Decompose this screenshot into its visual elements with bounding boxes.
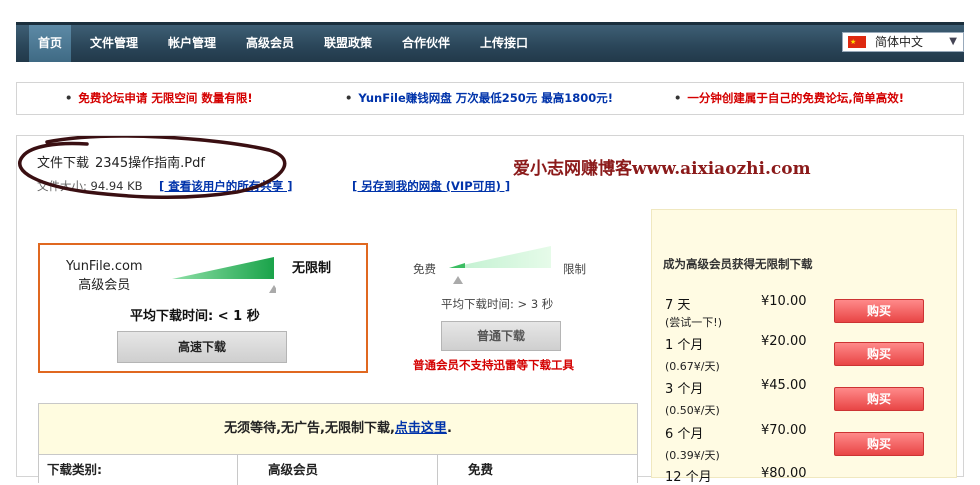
- buy-button[interactable]: 购买: [834, 432, 924, 456]
- nav-partners[interactable]: 合作伙伴: [402, 25, 450, 62]
- file-size-label: 文件大小:: [37, 179, 87, 193]
- file-title-prefix: 文件下载: [37, 156, 90, 171]
- save-to-drive-text: [ 另存到我的网盘 (VIP可用) ]: [352, 179, 511, 193]
- vip-plans-title: 成为高级会员获得无限制下载: [663, 257, 813, 271]
- speed-ramp-fast-icon: [172, 257, 276, 293]
- column-download-type: 下载类别:: [39, 455, 238, 485]
- plan-price: ¥10.00: [761, 294, 807, 309]
- free-average-time: 平均下载时间: > 3 秒: [441, 297, 554, 311]
- notice-forum-text: 免费论坛申请 无限空间 数量有限!: [78, 91, 253, 105]
- plan-note: (尝试一下!): [665, 316, 722, 329]
- vip-site-label: YunFile.com 高级会员: [66, 257, 143, 295]
- plan-duration: 7 天: [665, 298, 691, 313]
- free-label: 免费: [413, 262, 436, 276]
- normal-download-button[interactable]: 普通下载: [441, 321, 561, 351]
- vip-site-name: YunFile.com: [66, 259, 143, 274]
- speed-ramp-slow-icon: [449, 246, 551, 284]
- free-warning: 普通会员不支持迅雷等下载工具: [413, 358, 574, 372]
- top-navbar: 首页 文件管理 帐户管理 高级会员 联盟政策 合作伙伴 上传接口 ★ 简体中文 …: [16, 22, 964, 62]
- china-flag-icon: ★: [848, 36, 866, 48]
- view-all-shares-link[interactable]: [ 查看该用户的所有共享 ]: [159, 178, 293, 194]
- notice-forum[interactable]: • 免费论坛申请 无限空间 数量有限!: [65, 83, 253, 114]
- plan-price: ¥70.00: [761, 423, 807, 438]
- language-label: 简体中文: [875, 35, 924, 49]
- vip-download-box: YunFile.com 高级会员 无限制 平均下载时间: < 1 秒 高速下载: [38, 243, 368, 373]
- buy-button[interactable]: 购买: [834, 387, 924, 411]
- vip-unlimited-label: 无限制: [292, 261, 332, 276]
- plan-duration: 3 个月: [665, 382, 704, 397]
- comparison-header: 无须等待,无广告,无限制下载,点击这里.: [39, 404, 637, 454]
- plan-price: ¥20.00: [761, 334, 807, 349]
- column-free: 免费: [468, 462, 494, 477]
- vip-average-time: 平均下载时间: < 1 秒: [130, 309, 260, 324]
- plan-price: ¥80.00: [761, 466, 807, 481]
- notice-create-forum-text: 一分钟创建属于自己的免费论坛,简单高效!: [687, 91, 904, 105]
- plan-duration: 6 个月: [665, 427, 704, 442]
- nav-home[interactable]: 首页: [29, 25, 72, 62]
- comparison-end: .: [446, 421, 452, 436]
- bullet-icon: •: [345, 91, 353, 105]
- buy-button[interactable]: 购买: [834, 342, 924, 366]
- notice-earn[interactable]: • YunFile赚钱网盘 万次最低250元 最高1800元!: [345, 83, 613, 114]
- plan-duration: 1 个月: [665, 338, 704, 353]
- nav-file-manage[interactable]: 文件管理: [90, 25, 138, 62]
- column-vip: 高级会员: [238, 455, 438, 485]
- nav-affiliate-policy[interactable]: 联盟政策: [324, 25, 372, 62]
- bullet-icon: •: [674, 91, 682, 105]
- vip-member-label: 高级会员: [78, 278, 131, 293]
- click-here-link[interactable]: 点击这里: [395, 421, 447, 436]
- table-header-row: 下载类别: 高级会员 免费: [39, 454, 637, 485]
- view-all-shares-text: [ 查看该用户的所有共享 ]: [159, 179, 293, 193]
- vip-plans-panel: 成为高级会员获得无限制下载 7 天 ¥10.00 (尝试一下!) 购买 1 个月…: [651, 209, 957, 485]
- buy-button[interactable]: 购买: [834, 299, 924, 323]
- comparison-text: 无须等待,无广告,无限制下载,: [224, 421, 395, 436]
- file-size: 文件大小: 94.94 KB: [37, 178, 143, 194]
- dropdown-arrow-icon: ▼: [949, 36, 957, 47]
- notice-bar: • 免费论坛申请 无限空间 数量有限! • YunFile赚钱网盘 万次最低250元…: [16, 82, 964, 115]
- nav-vip-member[interactable]: 高级会员: [246, 25, 294, 62]
- file-size-value: 94.94 KB: [90, 179, 143, 193]
- download-panel: 文件下载 2345操作指南.Pdf 文件大小: 94.94 KB [ 查看该用户的…: [16, 135, 964, 485]
- file-name: 2345操作指南.Pdf: [95, 156, 205, 171]
- notice-create-forum[interactable]: • 一分钟创建属于自己的免费论坛,简单高效!: [674, 83, 904, 114]
- language-select[interactable]: ★ 简体中文 ▼: [842, 32, 964, 52]
- notice-earn-text: YunFile赚钱网盘 万次最低250元 最高1800元!: [358, 91, 614, 105]
- nav-account-manage[interactable]: 帐户管理: [168, 25, 216, 62]
- file-title: 文件下载 2345操作指南.Pdf: [37, 152, 205, 171]
- limit-label: 限制: [563, 262, 586, 276]
- plan-note: (0.50¥/天): [665, 404, 720, 417]
- nav-upload-api[interactable]: 上传接口: [480, 25, 528, 62]
- fast-download-button[interactable]: 高速下载: [117, 331, 287, 363]
- plan-note: (0.39¥/天): [665, 449, 720, 462]
- plan-duration: 12 个月: [665, 470, 712, 485]
- comparison-table: 无须等待,无广告,无限制下载,点击这里. 下载类别: 高级会员 免费: [38, 403, 638, 485]
- plan-price: ¥45.00: [761, 378, 807, 393]
- bullet-icon: •: [65, 91, 73, 105]
- plan-note: (0.67¥/天): [665, 360, 720, 373]
- hand-drawn-circle: [18, 136, 287, 200]
- watermark-text: 爱小志网赚博客www.aixiaozhi.com: [513, 159, 811, 179]
- save-to-drive-link[interactable]: [ 另存到我的网盘 (VIP可用) ]: [352, 178, 510, 194]
